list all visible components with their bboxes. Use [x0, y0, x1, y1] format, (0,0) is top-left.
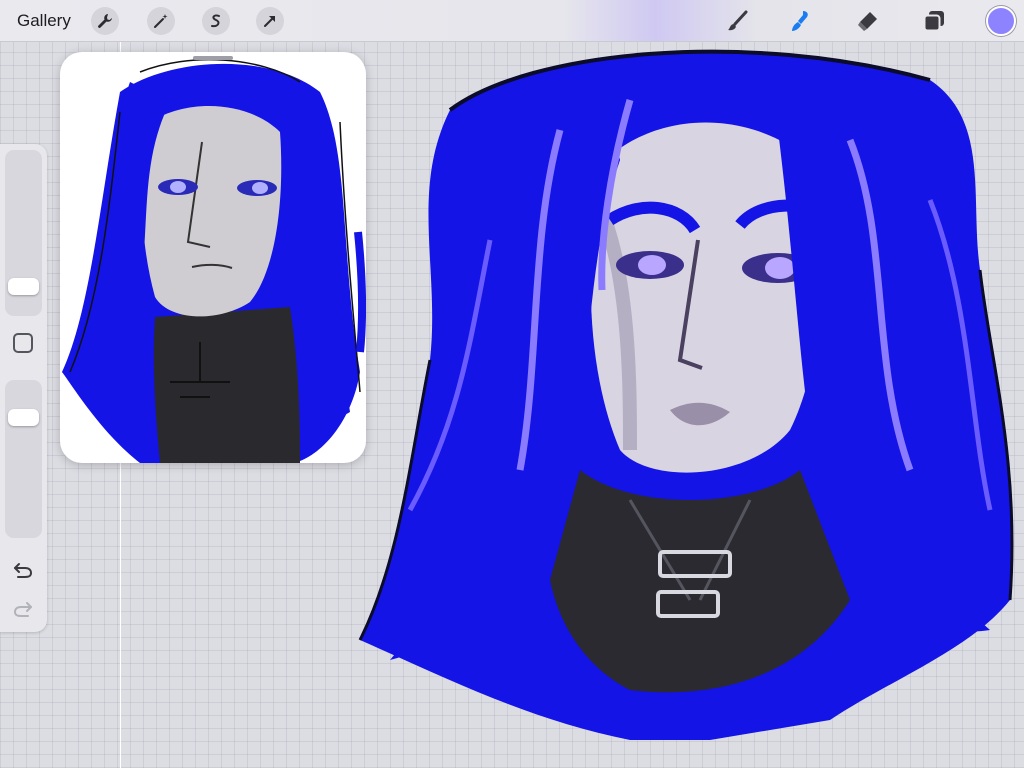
ref-face [142, 105, 282, 317]
transform-arrow-icon [264, 16, 275, 27]
undo-icon [14, 563, 33, 578]
ref-coat [153, 307, 300, 463]
smudge-tool-button[interactable] [786, 6, 816, 36]
opacity-slider[interactable] [5, 380, 42, 538]
redo-icon [13, 602, 32, 617]
actions-button[interactable] [91, 7, 119, 35]
eraser-icon [858, 12, 877, 31]
canvas-artwork[interactable] [330, 40, 1024, 768]
top-toolbar: Gallery [0, 0, 1024, 42]
opacity-thumb[interactable] [8, 409, 39, 426]
redo-button[interactable] [11, 598, 35, 620]
layers-button[interactable] [919, 6, 949, 36]
transform-button[interactable] [256, 7, 284, 35]
reference-window[interactable] [60, 52, 366, 463]
eraser-tool-button[interactable] [853, 6, 883, 36]
undo-button[interactable] [11, 559, 35, 581]
gallery-button[interactable]: Gallery [17, 11, 71, 31]
reference-grab-handle[interactable] [193, 56, 233, 60]
smudge-icon [792, 11, 808, 31]
magic-wand-icon [154, 14, 168, 28]
brush-size-thumb[interactable] [8, 278, 39, 295]
selection-icon [211, 14, 220, 28]
layers-icon [923, 11, 944, 32]
reference-image [62, 58, 366, 463]
adjustments-button[interactable] [147, 7, 175, 35]
brush-tool-button[interactable] [722, 6, 752, 36]
wrench-icon [98, 14, 112, 28]
selection-button[interactable] [202, 7, 230, 35]
sidebar [0, 144, 47, 632]
color-picker-button[interactable] [986, 6, 1016, 36]
brush-icon [728, 10, 748, 31]
brush-size-slider[interactable] [5, 150, 42, 316]
modify-button[interactable] [13, 333, 33, 353]
